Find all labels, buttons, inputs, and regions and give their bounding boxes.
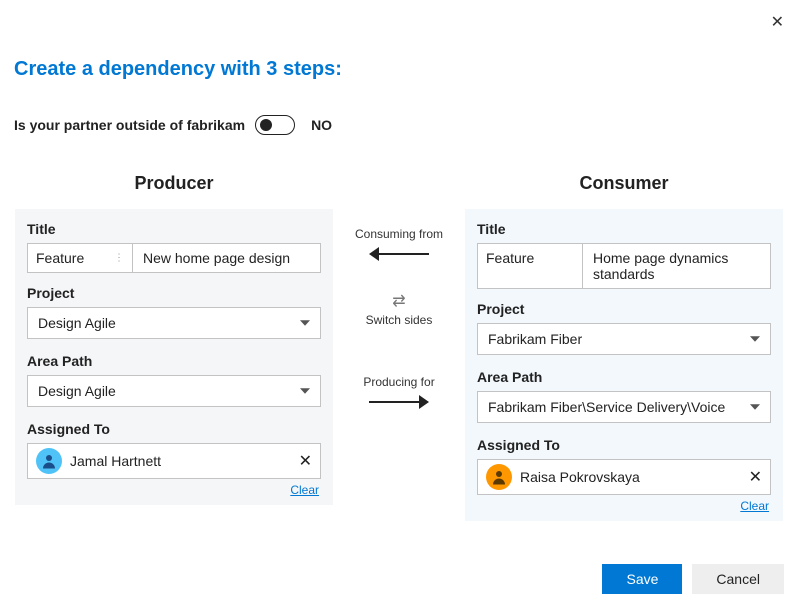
producer-project-value: Design Agile [38,315,116,331]
partner-toggle-label: Is your partner outside of fabrikam [14,117,245,133]
arrow-right-icon [369,395,429,409]
save-button[interactable]: Save [602,564,682,594]
consumer-project-label: Project [477,301,771,317]
consumer-column: Consumer Title Feature Home page dynamic… [464,171,784,522]
producer-assigned-label: Assigned To [27,421,321,437]
partner-question-text: Is your partner outside of [14,117,183,133]
consumer-assigned-picker[interactable]: Raisa Pokrovskaya ✕ [477,459,771,495]
consumer-areapath-select[interactable]: Fabrikam Fiber\Service Delivery\Voice [477,391,771,423]
producing-for-label: Producing for [363,375,434,389]
producer-title-input[interactable]: New home page design [133,244,320,272]
avatar-icon [486,464,512,490]
chevron-down-icon [300,320,310,325]
chevron-down-icon [300,388,310,393]
producer-assigned-picker[interactable]: Jamal Hartnett ✕ [27,443,321,479]
chevron-down-icon [750,336,760,341]
partner-toggle[interactable] [255,115,295,135]
partner-org-name: fabrikam [187,117,245,133]
dialog-title: Create a dependency with 3 steps: [0,0,798,81]
producer-type-value: Feature [36,250,84,266]
consumer-assigned-name: Raisa Pokrovskaya [520,469,640,485]
producer-project-select[interactable]: Design Agile [27,307,321,339]
toggle-knob [260,119,272,131]
producer-column: Producer Title Feature ⋮ New home page d… [14,171,334,506]
consumer-title-label: Title [477,221,771,237]
producer-title-row: Feature ⋮ New home page design [27,243,321,273]
clear-assigned-icon[interactable]: ✕ [749,467,762,487]
producer-panel: Title Feature ⋮ New home page design Pro… [14,208,334,506]
clear-assigned-icon[interactable]: ✕ [299,451,312,471]
chevron-icon: ⋮ [114,253,124,264]
chevron-down-icon [750,404,760,409]
consumer-title-input[interactable]: Home page dynamics standards [583,244,770,288]
consumer-type-select[interactable]: Feature [478,244,583,288]
producer-areapath-value: Design Agile [38,383,116,399]
producer-areapath-select[interactable]: Design Agile [27,375,321,407]
consumer-assigned-label: Assigned To [477,437,771,453]
partner-toggle-row: Is your partner outside of fabrikam NO [0,81,798,135]
producer-title-label: Title [27,221,321,237]
cancel-button[interactable]: Cancel [692,564,784,594]
close-icon[interactable]: ✕ [771,12,784,32]
arrow-left-icon [369,247,429,261]
middle-column: Consuming from ⇄ Switch sides Producing … [344,171,454,439]
dialog-footer: Save Cancel [602,564,784,594]
producer-type-select[interactable]: Feature ⋮ [28,244,133,272]
consumer-areapath-label: Area Path [477,369,771,385]
consumer-heading: Consumer [464,171,784,194]
consumer-panel: Title Feature Home page dynamics standar… [464,208,784,522]
partner-toggle-state: NO [311,117,332,133]
consumer-areapath-value: Fabrikam Fiber\Service Delivery\Voice [488,399,725,415]
avatar-icon [36,448,62,474]
consumer-project-value: Fabrikam Fiber [488,331,582,347]
producer-areapath-label: Area Path [27,353,321,369]
panels-container: Producer Title Feature ⋮ New home page d… [0,135,798,522]
consumer-type-value: Feature [486,250,534,266]
switch-sides-icon[interactable]: ⇄ [392,291,405,311]
switch-sides-label[interactable]: Switch sides [366,313,433,327]
consumer-clear-link[interactable]: Clear [477,499,769,513]
producer-project-label: Project [27,285,321,301]
producer-heading: Producer [14,171,334,194]
consumer-title-row: Feature Home page dynamics standards [477,243,771,289]
consumer-project-select[interactable]: Fabrikam Fiber [477,323,771,355]
producer-clear-link[interactable]: Clear [27,483,319,497]
consuming-from-label: Consuming from [355,227,443,241]
producer-assigned-name: Jamal Hartnett [70,453,161,469]
